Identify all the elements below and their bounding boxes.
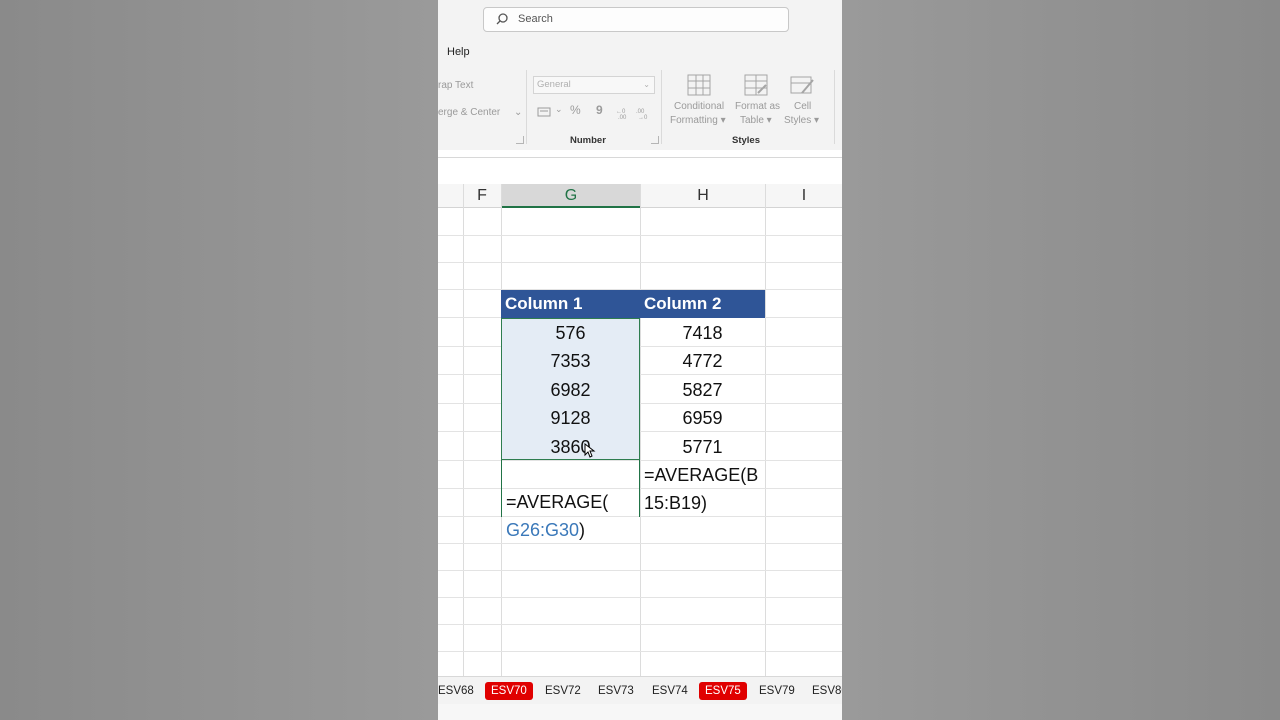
background-left	[0, 0, 438, 720]
number-format-dropdown[interactable]: General ⌄	[533, 76, 655, 94]
column-header-f[interactable]: F	[463, 184, 501, 208]
svg-text:→0: →0	[638, 115, 648, 120]
column-header-g[interactable]: G	[502, 184, 640, 208]
search-input[interactable]: Search	[483, 7, 789, 32]
number-format-value: General	[537, 79, 571, 90]
percent-style-button[interactable]: %	[570, 103, 581, 117]
move-cursor-icon	[584, 443, 596, 458]
table-header-column-2[interactable]: Column 2	[640, 290, 765, 318]
sheet-tab-esv72[interactable]: ESV72	[539, 682, 587, 700]
formula-bar-divider	[438, 157, 842, 158]
decrease-decimal-icon[interactable]: .00 →0	[636, 106, 652, 120]
table-cell[interactable]: 6959	[640, 404, 765, 432]
gridline	[438, 262, 842, 263]
formula-h-line2: 15:B19)	[644, 493, 708, 513]
formula-g-range-ref: G26:G30	[506, 520, 580, 540]
sheet-tab-esv80[interactable]: ESV80	[806, 682, 842, 700]
sheet-tab-esv73[interactable]: ESV73	[592, 682, 640, 700]
sheet-tabs: ESV68 ESV70 ESV72 ESV73 ESV74 ESV75 ESV7…	[438, 676, 842, 704]
sheet-tab-esv70[interactable]: ESV70	[485, 682, 533, 700]
excel-window: Search Help rap Text erge & Center ⌄ Gen…	[438, 0, 842, 720]
formula-g-line2: G26:G30)	[506, 516, 585, 544]
gridline	[438, 624, 842, 625]
column-header-h[interactable]: H	[641, 184, 765, 208]
column-header-i[interactable]: I	[766, 184, 842, 208]
search-placeholder: Search	[518, 13, 553, 25]
merge-center-button[interactable]: erge & Center	[438, 107, 500, 118]
accounting-format-icon[interactable]	[537, 106, 551, 118]
formula-h-line1[interactable]: =AVERAGE(B	[644, 461, 758, 489]
table-cell[interactable]: 9128	[501, 404, 640, 432]
sheet-tab-esv75[interactable]: ESV75	[699, 682, 747, 700]
sheet-tab-esv74[interactable]: ESV74	[646, 682, 694, 700]
chevron-down-icon: ⌄	[643, 80, 650, 89]
comma-style-button[interactable]: 9	[596, 103, 603, 117]
gridline	[438, 235, 842, 236]
format-as-table-icon[interactable]	[744, 74, 768, 96]
table-cell[interactable]: 4772	[640, 347, 765, 375]
table-header-column-1[interactable]: Column 1	[501, 290, 640, 318]
sheet-tab-esv68[interactable]: ESV68	[438, 682, 480, 700]
alignment-launcher-icon[interactable]	[516, 136, 524, 144]
gridline	[438, 570, 842, 571]
wrap-text-button[interactable]: rap Text	[438, 80, 473, 91]
gridline	[438, 516, 842, 517]
conditional-formatting-icon[interactable]	[687, 74, 711, 96]
ribbon-separator	[661, 70, 662, 144]
gridline	[438, 651, 842, 652]
table-cell[interactable]: 6982	[501, 376, 640, 404]
search-icon	[496, 13, 508, 25]
conditional-formatting-label-2[interactable]: Formatting ▾	[670, 115, 726, 126]
gridline	[438, 597, 842, 598]
table-cell[interactable]: 5771	[640, 433, 765, 461]
styles-group-label: Styles	[732, 135, 760, 146]
number-group-label: Number	[570, 135, 606, 146]
ribbon: rap Text erge & Center ⌄ General ⌄ ⌄ % 9…	[438, 66, 842, 150]
format-as-table-label[interactable]: Format as	[735, 101, 780, 112]
gridline	[438, 488, 842, 489]
cell-styles-label-2[interactable]: Styles ▾	[784, 115, 819, 126]
table-cell[interactable]: 7418	[640, 319, 765, 347]
status-bar	[438, 704, 842, 720]
table-cell[interactable]: 5827	[640, 376, 765, 404]
number-launcher-icon[interactable]	[651, 136, 659, 144]
gridline	[463, 184, 464, 676]
table-cell[interactable]: 576	[501, 319, 640, 347]
ribbon-separator	[834, 70, 835, 144]
title-bar: Search	[438, 0, 842, 40]
cell-styles-label[interactable]: Cell	[794, 101, 811, 112]
table-cell[interactable]: 3860	[501, 433, 640, 461]
cell-styles-icon[interactable]	[790, 74, 814, 96]
background-right	[842, 0, 1280, 720]
gridline	[765, 184, 766, 676]
gridline	[438, 543, 842, 544]
formula-g-close: )	[579, 520, 586, 540]
menu-help[interactable]: Help	[447, 46, 470, 58]
table-cell[interactable]: 7353	[501, 347, 640, 375]
menu-bar: Help	[438, 40, 842, 66]
formula-g-line1: =AVERAGE(	[506, 492, 609, 512]
svg-text:.00: .00	[618, 115, 627, 120]
conditional-formatting-label[interactable]: Conditional	[674, 101, 724, 112]
increase-decimal-icon[interactable]: ←0 .00	[616, 106, 632, 120]
merge-dropdown-icon[interactable]: ⌄	[514, 107, 522, 118]
format-as-table-label-2[interactable]: Table ▾	[740, 115, 772, 126]
ribbon-separator	[526, 70, 527, 144]
accounting-dropdown-icon[interactable]: ⌄	[555, 104, 563, 115]
sheet-tab-esv79[interactable]: ESV79	[753, 682, 801, 700]
